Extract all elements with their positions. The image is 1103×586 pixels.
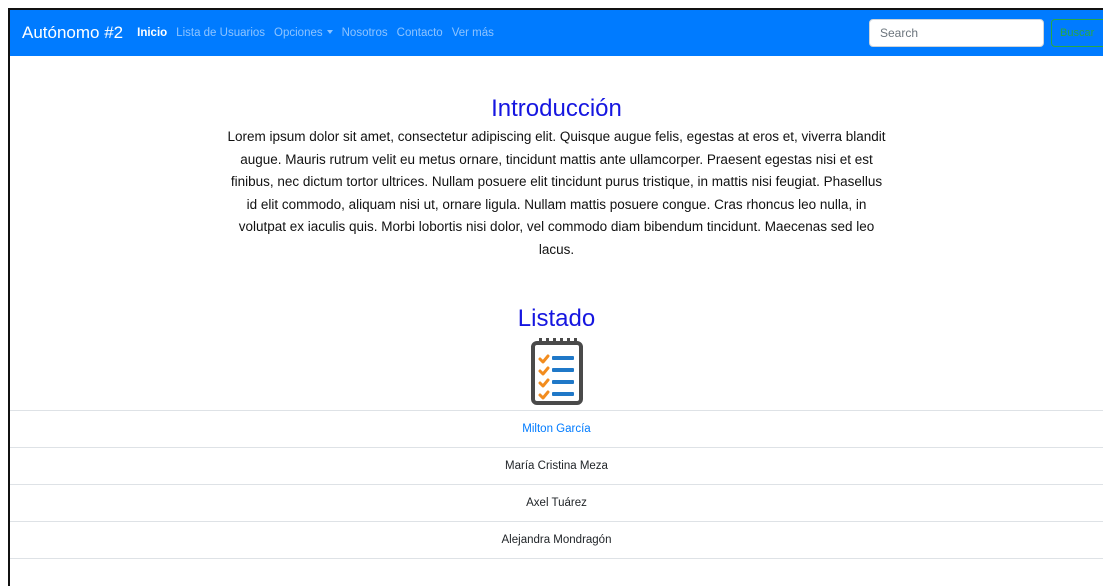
list-item[interactable]: Axel Tuárez — [10, 485, 1103, 522]
list-item[interactable]: María Cristina Meza — [10, 448, 1103, 485]
nav-link-nosotros[interactable]: Nosotros — [342, 27, 388, 39]
nav-link-contacto[interactable]: Contacto — [397, 27, 443, 39]
listado-title: Listado — [517, 305, 596, 332]
navbar-brand[interactable]: Autónomo #2 — [22, 23, 123, 43]
caret-down-icon — [326, 30, 333, 34]
search-button[interactable]: Buscar — [1051, 19, 1103, 47]
nav-link-ver-mas[interactable]: Ver más — [452, 27, 494, 39]
nav-dropdown-label: Opciones — [274, 27, 323, 39]
list-item[interactable]: Milton García — [10, 411, 1103, 448]
intro-paragraph: Lorem ipsum dolor sit amet, consectetur … — [227, 129, 886, 257]
user-list: Milton García María Cristina Meza Axel T… — [10, 410, 1103, 559]
checklist-icon — [530, 338, 583, 405]
nav-dropdown-opciones[interactable]: Opciones — [274, 27, 333, 39]
navbar: Autónomo #2 Inicio Lista de Usuarios Opc… — [10, 10, 1103, 56]
nav-link-lista-usuarios[interactable]: Lista de Usuarios — [176, 27, 265, 39]
nav-link-inicio[interactable]: Inicio — [137, 27, 167, 39]
search-input[interactable] — [869, 19, 1044, 47]
list-item[interactable]: Alejandra Mondragón — [10, 522, 1103, 559]
browser-viewport: Autónomo #2 Inicio Lista de Usuarios Opc… — [8, 8, 1103, 586]
main-content: Introducción Lorem ipsum dolor sit amet,… — [10, 95, 1103, 559]
intro-title: Introducción — [491, 95, 622, 122]
